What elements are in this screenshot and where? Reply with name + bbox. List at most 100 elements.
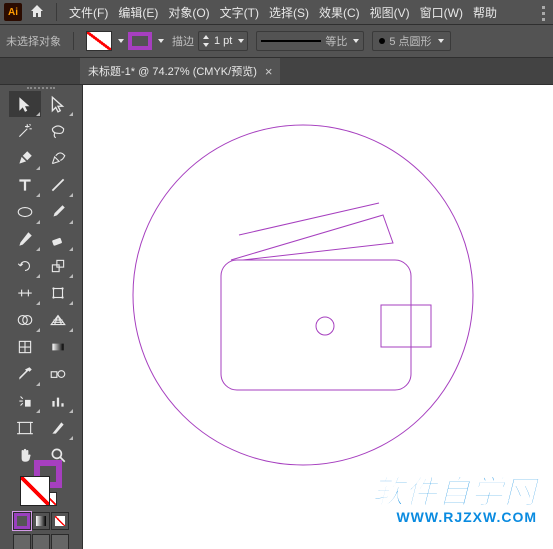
document-tab-bar: 未标题-1* @ 74.27% (CMYK/预览) × [0,58,553,85]
color-mode-solid[interactable] [13,512,31,530]
direct-selection-tool[interactable] [42,91,74,117]
fill-indicator[interactable] [20,476,50,506]
color-mode-none[interactable] [51,512,69,530]
flyout-icon [36,112,40,116]
watermark-title: 软件自学网 [372,476,537,508]
column-graph-tool[interactable] [42,388,74,414]
perspective-grid-tool[interactable] [42,307,74,333]
fill-stroke-swatches [86,31,164,51]
selection-tool[interactable] [9,91,41,117]
chevron-down-icon[interactable] [158,39,164,43]
rotate-tool[interactable] [9,253,41,279]
menu-file[interactable]: 文件(F) [67,2,110,23]
flyout-icon [36,301,40,305]
brush-dot-icon [379,38,385,44]
stroke-weight-group: 描边 1 pt [172,31,248,51]
menu-help[interactable]: 帮助 [471,2,499,23]
menu-object[interactable]: 对象(O) [166,2,211,23]
flyout-icon [69,409,73,413]
brush-dropdown[interactable]: 5 点圆形 [372,31,450,51]
control-bar: 未选择对象 描边 1 pt 等比 5 点圆形 [0,25,553,58]
artboard-tool[interactable] [9,415,41,441]
flyout-icon [36,247,40,251]
flyout-icon [69,112,73,116]
fill-stroke-indicator[interactable] [20,476,62,488]
fill-swatch[interactable] [86,31,112,51]
gradient-tool[interactable] [42,334,74,360]
uniform-label: 等比 [325,33,347,49]
chevron-down-icon [353,39,359,43]
close-icon[interactable]: × [265,64,273,79]
stroke-label[interactable]: 描边 [172,33,194,49]
line-tool[interactable] [42,172,74,198]
width-tool[interactable] [9,280,41,306]
divider [73,32,74,50]
magic-wand-tool[interactable] [9,118,41,144]
canvas[interactable]: 软件自学网 WWW.RJZXW.COM [83,85,553,549]
divider [56,3,57,21]
flyout-icon [36,193,40,197]
blend-tool[interactable] [42,361,74,387]
color-mode-gradient[interactable] [32,512,50,530]
flyout-icon [69,247,73,251]
chevron-down-icon [238,39,244,43]
stroke-profile-dropdown[interactable]: 等比 [256,31,364,51]
menu-bar: Ai 文件(F) 编辑(E) 对象(O) 文字(T) 选择(S) 效果(C) 视… [0,0,553,25]
chevron-down-icon[interactable] [118,39,124,43]
flyout-icon [69,220,73,224]
menu-view[interactable]: 视图(V) [368,2,412,23]
curvature-tool[interactable] [42,145,74,171]
scale-tool[interactable] [42,253,74,279]
stroke-swatch[interactable] [128,32,152,50]
stroke-weight-stepper[interactable]: 1 pt [198,31,248,51]
menu-type[interactable]: 文字(T) [218,2,261,23]
panel-dots-icon[interactable] [537,6,549,21]
flyout-icon [36,166,40,170]
flyout-icon [36,220,40,224]
panel-grip[interactable] [2,87,80,89]
menu-effect[interactable]: 效果(C) [317,2,362,23]
flyout-icon [36,409,40,413]
tool-grid [2,91,80,468]
home-icon[interactable] [28,3,46,22]
flyout-icon [36,328,40,332]
flyout-icon [69,328,73,332]
flyout-icon [36,382,40,386]
screen-mode-row [4,534,78,549]
pencil-tool[interactable] [9,226,41,252]
lasso-tool[interactable] [42,118,74,144]
flyout-icon [69,436,73,440]
main-area: 软件自学网 WWW.RJZXW.COM [0,85,553,549]
menu-window[interactable]: 窗口(W) [418,2,465,23]
slice-tool[interactable] [42,415,74,441]
pen-tool[interactable] [9,145,41,171]
menu-select[interactable]: 选择(S) [267,2,311,23]
flyout-icon [36,274,40,278]
shape-builder-tool[interactable] [9,307,41,333]
screen-mode-full[interactable] [32,534,50,549]
app-logo-icon: Ai [4,3,22,21]
selection-status: 未选择对象 [6,33,61,49]
tool-panel [0,85,83,549]
symbol-sprayer-tool[interactable] [9,388,41,414]
document-tab-title: 未标题-1* @ 74.27% (CMYK/预览) [88,63,257,79]
eyedropper-tool[interactable] [9,361,41,387]
eraser-tool[interactable] [42,226,74,252]
free-transform-tool[interactable] [42,280,74,306]
watermark-url: WWW.RJZXW.COM [372,510,537,524]
type-tool[interactable] [9,172,41,198]
color-mode-row [4,512,78,530]
stroke-weight-value: 1 pt [214,35,232,47]
rectangle-tool[interactable] [9,199,41,225]
mesh-tool[interactable] [9,334,41,360]
flyout-icon [69,274,73,278]
profile-preview [261,36,321,46]
brush-label: 5 点圆形 [389,33,431,49]
screen-mode-normal[interactable] [13,534,31,549]
menu-edit[interactable]: 编辑(E) [116,2,160,23]
screen-mode-presentation[interactable] [51,534,69,549]
watermark: 软件自学网 WWW.RJZXW.COM [372,476,537,524]
paintbrush-tool[interactable] [42,199,74,225]
document-tab[interactable]: 未标题-1* @ 74.27% (CMYK/预览) × [80,58,280,84]
chevron-down-icon [438,39,444,43]
